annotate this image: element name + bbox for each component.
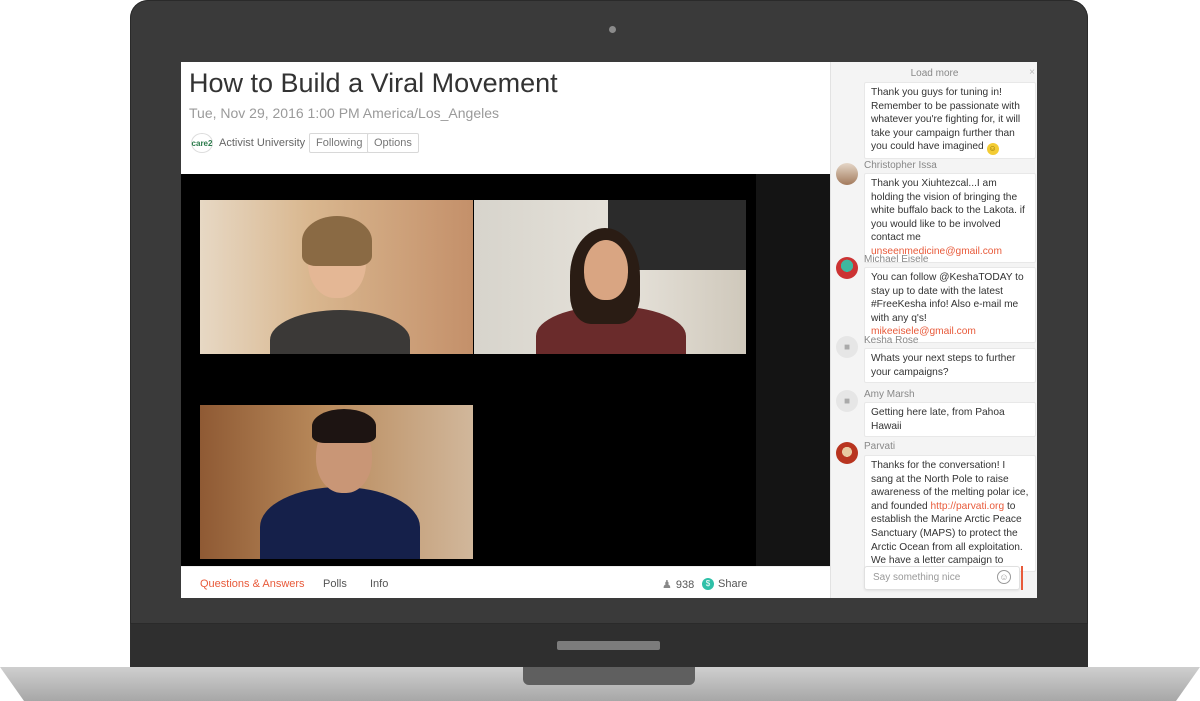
- chat-message-body: Thank you guys for tuning in! Remember t…: [864, 82, 1036, 160]
- video-side-gutter: [756, 174, 830, 566]
- organizer-logo[interactable]: care2: [191, 133, 213, 153]
- default-user-icon: ■: [843, 395, 851, 407]
- share-label: Share: [718, 578, 748, 590]
- screen: How to Build a Viral Movement Tue, Nov 2…: [181, 62, 1037, 598]
- chat-author: Kesha Rose: [864, 335, 919, 346]
- viewer-count: ♟ 938: [662, 578, 695, 592]
- chat-message-body: You can follow @KeshaTODAY to stay up to…: [864, 267, 1036, 343]
- chat-message-body: Thank you Xiuhtezcal...I am holding the …: [864, 173, 1036, 263]
- hinge-slot: [557, 641, 660, 650]
- tab-info[interactable]: Info: [370, 578, 388, 590]
- chat-message-body: Getting here late, from Pahoa Hawaii: [864, 402, 1036, 438]
- default-user-icon: ■: [843, 341, 851, 353]
- people-icon: ♟: [662, 579, 672, 591]
- avatar[interactable]: [836, 442, 858, 464]
- chat-author: Amy Marsh: [864, 389, 915, 400]
- organizer-name[interactable]: Activist University: [219, 137, 305, 149]
- avatar[interactable]: [836, 163, 858, 185]
- video-tile-participant-1[interactable]: [200, 200, 473, 354]
- following-button[interactable]: Following: [309, 133, 370, 153]
- chat-author: Christopher Issa: [864, 160, 937, 171]
- options-button[interactable]: Options: [367, 133, 419, 153]
- avatar[interactable]: ■: [836, 336, 858, 358]
- video-tile-participant-3[interactable]: [200, 405, 473, 559]
- chat-panel: Load more × Thank you guys for tuning in…: [830, 62, 1037, 598]
- chat-message-body: Thanks for the conversation! I sang at t…: [864, 455, 1036, 572]
- chat-message-body: Whats your next steps to further your ca…: [864, 348, 1036, 384]
- chat-message-list[interactable]: Thank you guys for tuning in! Remember t…: [831, 82, 1037, 598]
- load-more-button[interactable]: Load more: [831, 68, 1037, 79]
- participant-head: [584, 240, 628, 300]
- tab-polls[interactable]: Polls: [323, 578, 347, 590]
- webcam-icon: [609, 26, 616, 33]
- share-icon: $: [702, 578, 714, 590]
- close-icon[interactable]: ×: [1029, 67, 1035, 78]
- chat-author: Parvati: [864, 441, 896, 452]
- viewer-count-value: 938: [675, 578, 695, 591]
- emoji-icon[interactable]: ☺: [997, 570, 1011, 584]
- input-accent-bar: [1021, 566, 1023, 590]
- participant-hair: [302, 216, 372, 266]
- avatar[interactable]: [836, 257, 858, 279]
- event-datetime: Tue, Nov 29, 2016 1:00 PM America/Los_An…: [189, 105, 499, 121]
- tab-questions-answers[interactable]: Questions & Answers: [200, 578, 305, 590]
- share-button[interactable]: $ Share: [702, 578, 747, 590]
- page-title: How to Build a Viral Movement: [189, 68, 558, 98]
- participant-hair: [312, 409, 376, 443]
- base-notch: [523, 667, 695, 685]
- website-link[interactable]: http://parvati.org: [931, 501, 1005, 512]
- avatar[interactable]: ■: [836, 390, 858, 412]
- chat-author: Michael Eisele: [864, 254, 929, 265]
- care2-logo-icon: care2: [191, 138, 213, 148]
- participant-body: [270, 310, 410, 354]
- smiley-emoji-icon: ☺: [986, 143, 999, 156]
- video-tile-participant-2[interactable]: [474, 200, 746, 354]
- tab-bar: Questions & Answers Polls Info ♟ 938 $ S…: [181, 566, 830, 598]
- participant-body: [260, 487, 420, 559]
